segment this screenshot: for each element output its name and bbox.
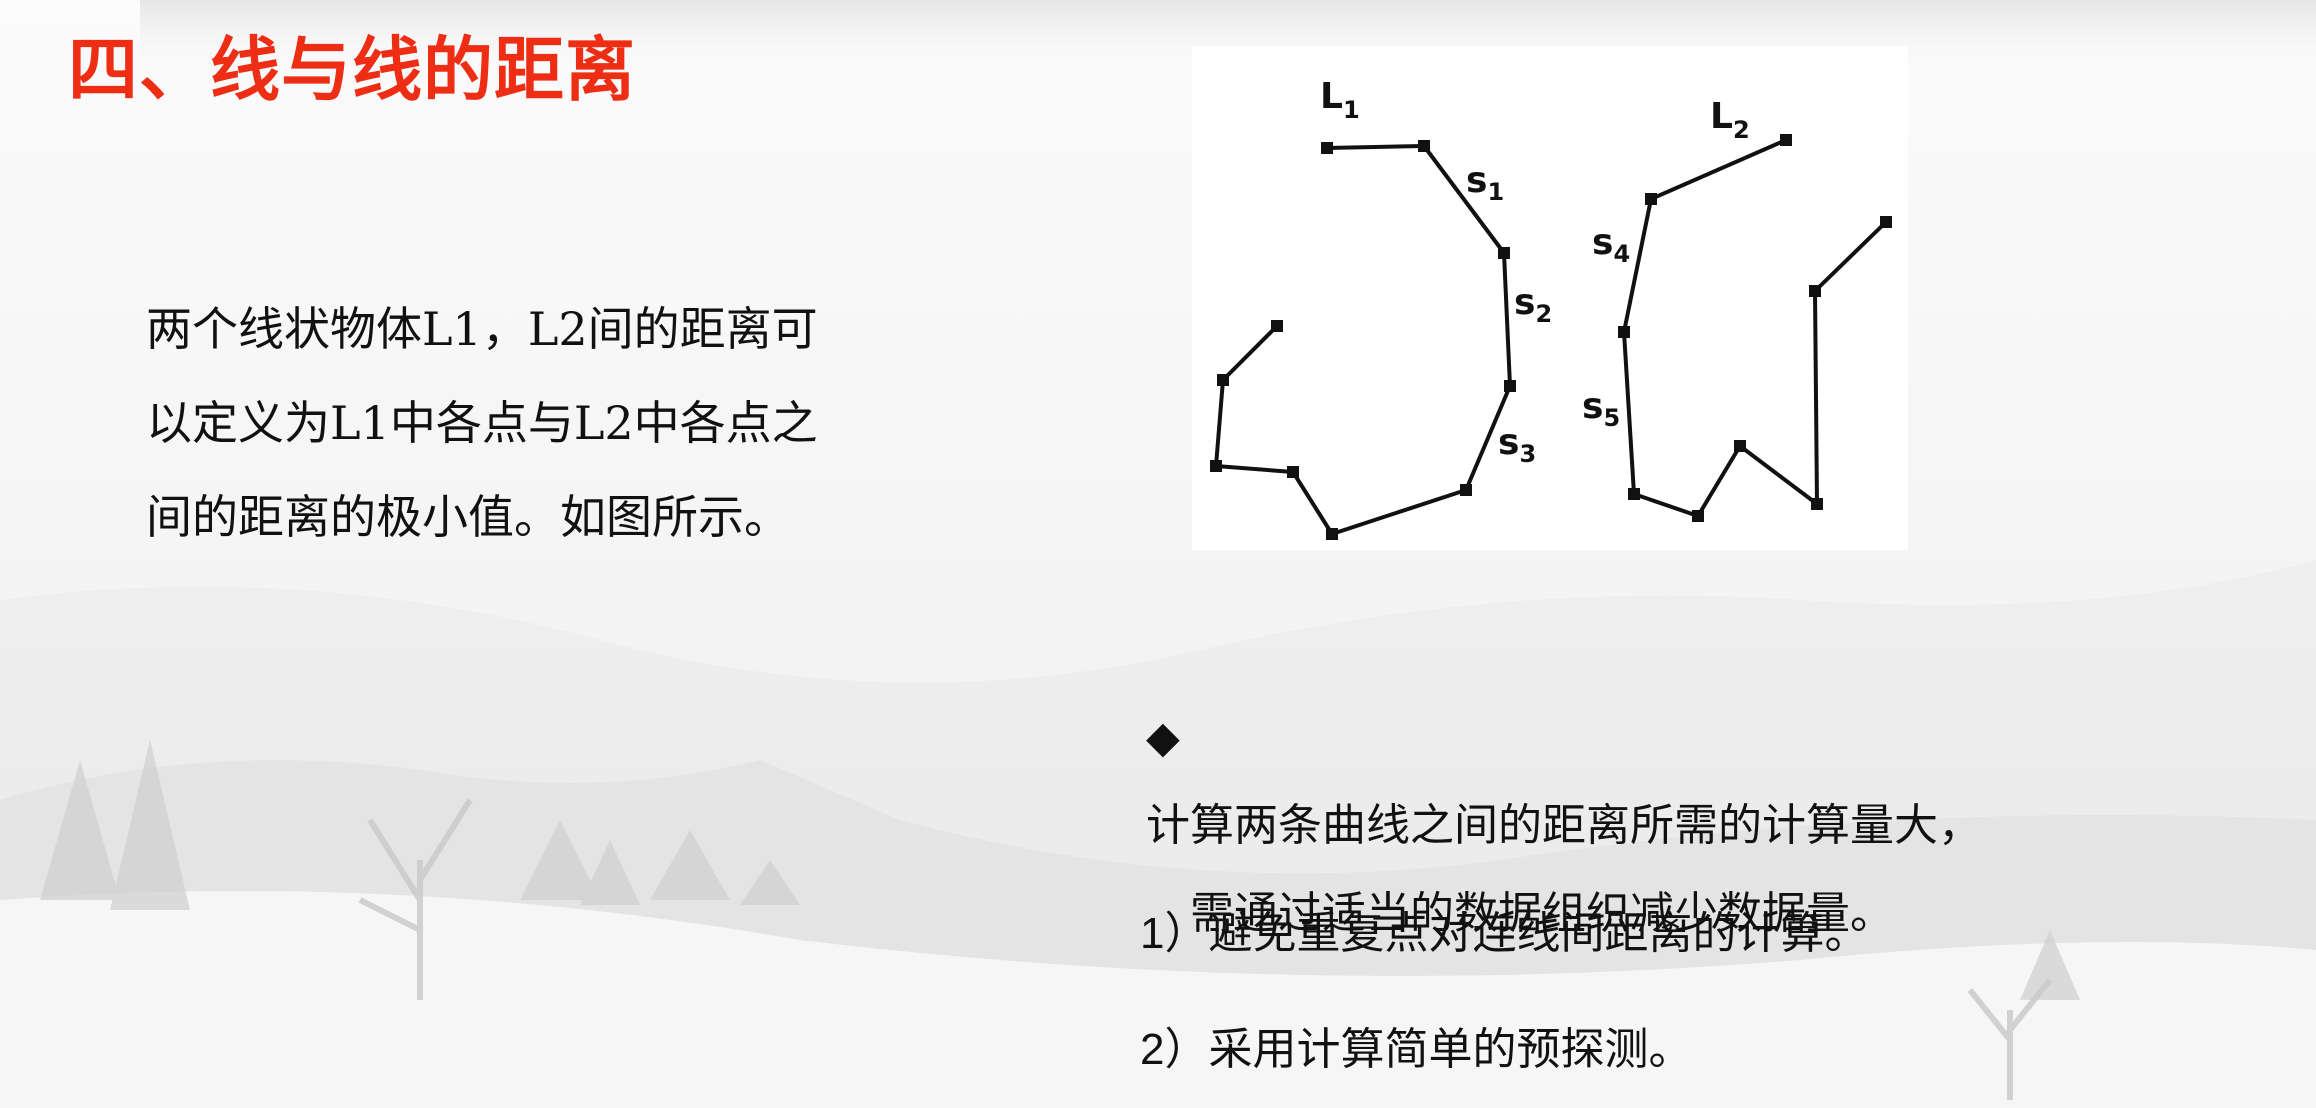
polyline-diagram: L1 L2 s1 s2 s3 s4 s5: [1210, 76, 1892, 540]
label-l2: L2: [1710, 96, 1750, 144]
label-s4: s4: [1592, 222, 1630, 268]
intro-line: 以定义为L1中各点与L2中各点之: [146, 396, 818, 450]
label-s2: s2: [1514, 282, 1552, 328]
polyline-l1: [1214, 144, 1512, 536]
slide-title: 四、线与线的距离: [68, 29, 636, 111]
note-line: ◆ 计算两条曲线之间的距离所需的计算量大，: [1146, 694, 2276, 870]
list-item: 1）避免重复点对连线间距离的计算。: [1140, 908, 1869, 959]
diamond-bullet-icon: ◆: [1146, 712, 1180, 763]
intro-line: 两个线状物体L1，L2间的距离可: [146, 302, 818, 356]
list-item: 2）采用计算简单的预探测。: [1140, 1024, 1693, 1075]
line-distance-figure: L1 L2 s1 s2 s3 s4 s5: [1192, 46, 1908, 550]
label-s3: s3: [1498, 422, 1536, 468]
intro-line: 间的距离的极小值。如图所示。: [146, 490, 790, 544]
l2-vertices: [1618, 134, 1892, 522]
polyline-l2: [1622, 138, 1888, 518]
label-s5: s5: [1582, 386, 1620, 432]
intro-paragraph: 两个线状物体L1，L2间的距离可 以定义为L1中各点与L2中各点之 间的距离的极…: [146, 282, 926, 564]
label-l1: L1: [1320, 76, 1360, 124]
label-s1: s1: [1466, 160, 1504, 206]
